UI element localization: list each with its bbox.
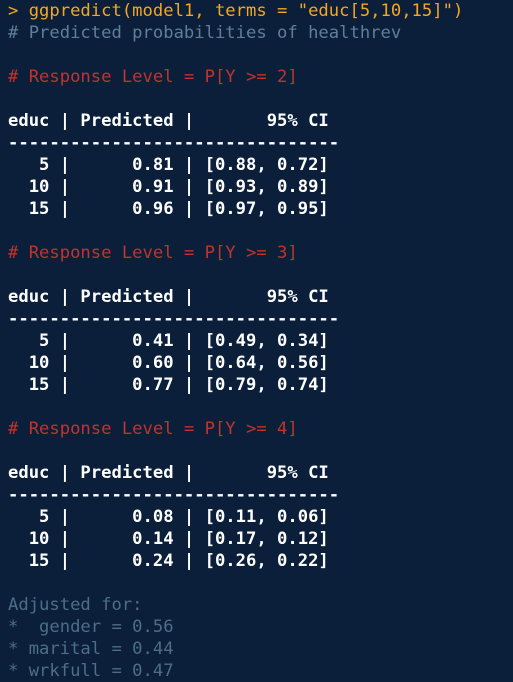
table-row: 15 | 0.77 | [0.79, 0.74]: [8, 375, 329, 395]
response-level-header: # Response Level = P[Y >= 2]: [8, 67, 298, 87]
table-rule: --------------------------------: [8, 485, 340, 505]
command-line: > ggpredict(model1, terms = "educ[5,10,1…: [8, 1, 464, 21]
table-row: 5 | 0.81 | [0.88, 0.72]: [8, 155, 329, 175]
table-header: educ | Predicted | 95% CI: [8, 463, 329, 483]
table-row: 10 | 0.14 | [0.17, 0.12]: [8, 529, 329, 549]
adjusted-item: * gender = 0.56: [8, 617, 174, 637]
table-row: 5 | 0.41 | [0.49, 0.34]: [8, 331, 329, 351]
table-row: 5 | 0.08 | [0.11, 0.06]: [8, 507, 329, 527]
response-level-header: # Response Level = P[Y >= 4]: [8, 419, 298, 439]
table-row: 10 | 0.91 | [0.93, 0.89]: [8, 177, 329, 197]
table-rule: --------------------------------: [8, 309, 340, 329]
table-row: 15 | 0.96 | [0.97, 0.95]: [8, 199, 329, 219]
response-level-header: # Response Level = P[Y >= 3]: [8, 243, 298, 263]
table-row: 10 | 0.60 | [0.64, 0.56]: [8, 353, 329, 373]
table-row: 15 | 0.24 | [0.26, 0.22]: [8, 551, 329, 571]
adjusted-for-title: Adjusted for:: [8, 595, 143, 615]
table-rule: --------------------------------: [8, 133, 340, 153]
table-header: educ | Predicted | 95% CI: [8, 287, 329, 307]
table-header: educ | Predicted | 95% CI: [8, 111, 329, 131]
console-output: > ggpredict(model1, terms = "educ[5,10,1…: [8, 0, 513, 681]
adjusted-item: * wrkfull = 0.47: [8, 661, 174, 681]
adjusted-item: * marital = 0.44: [8, 639, 174, 659]
output-comment: # Predicted probabilities of healthrev: [8, 23, 402, 43]
